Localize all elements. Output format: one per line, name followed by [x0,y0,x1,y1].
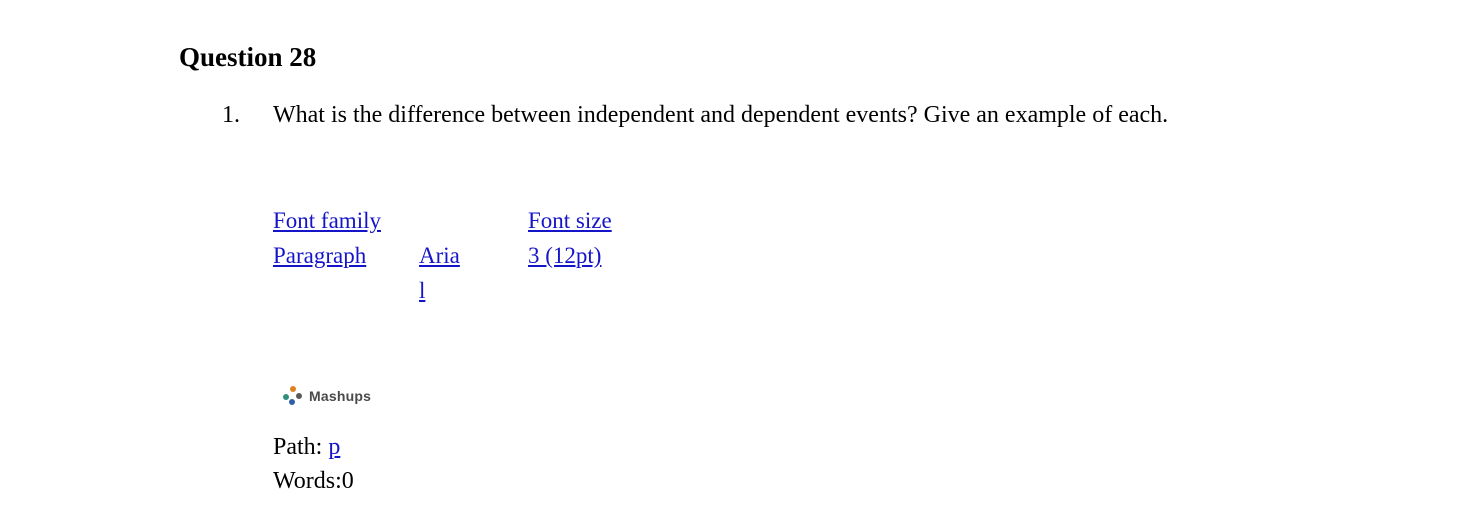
toolbar-cell-font-size: Font size [528,203,638,238]
mashups-label: Mashups [309,388,372,404]
mashups-dots-icon [283,386,303,406]
font-size-value-link[interactable]: 3 (12pt) [528,238,620,273]
editor-status-bar: Path: p Words:0 [273,430,354,498]
path-status: Path: p [273,430,354,464]
font-name-value-link[interactable]: Arial [419,238,461,308]
path-label: Path: [273,434,323,460]
page-title: Question 28 [179,42,317,73]
list-item: 1. What is the difference between indepe… [222,98,1352,133]
toolbar-cell-font-size-value: 3 (12pt) [528,238,638,273]
assessment-question-page: Question 28 1. What is the difference be… [0,0,1484,522]
font-size-link[interactable]: Font size [528,203,620,238]
editor-toolbar: Font family Font size Paragraph Arial 3 … [273,203,693,308]
font-family-link[interactable]: Font family [273,203,381,238]
toolbar-cell-paragraph: Paragraph [273,238,419,273]
toolbar-row: Font family Font size [273,203,693,238]
toolbar-cell-font-name: Arial [419,238,482,308]
mashups-button[interactable]: Mashups [283,386,371,406]
question-list: 1. What is the difference between indepe… [222,98,1352,133]
toolbar-cell-font-family: Font family [273,203,419,238]
word-count: Words:0 [273,468,354,494]
list-marker: 1. [222,102,240,128]
question-text: What is the difference between independe… [273,102,1169,128]
toolbar-row: Paragraph Arial 3 (12pt) [273,238,693,308]
paragraph-style-link[interactable]: Paragraph [273,238,381,273]
path-element-link[interactable]: p [328,434,340,460]
